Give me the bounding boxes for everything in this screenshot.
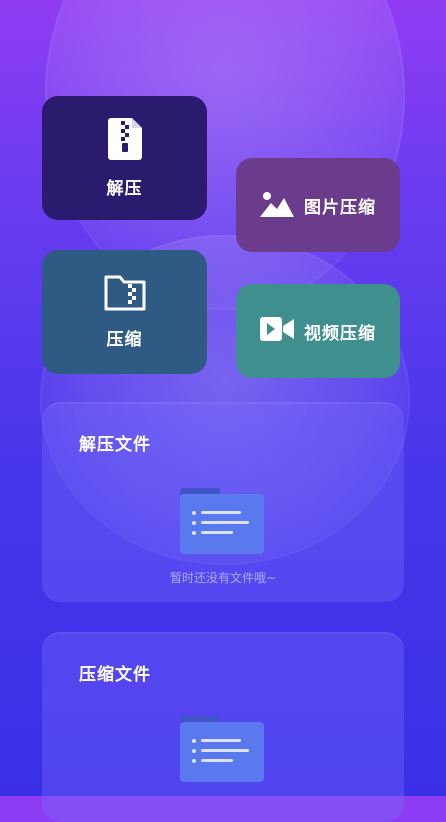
compress-button[interactable]: 压缩	[42, 250, 207, 374]
empty-state-text: 暂时还没有文件哦~	[169, 571, 277, 585]
image-compress-label: 图片压缩	[304, 197, 376, 218]
empty-folder-icon	[180, 488, 264, 554]
empty-folder-icon	[180, 716, 264, 782]
video-camera-icon	[260, 317, 294, 345]
folder-zip-icon	[104, 275, 146, 315]
compressed-files-panel: 压缩文件	[42, 632, 404, 822]
decompressed-files-title: 解压文件	[79, 435, 151, 455]
decompressed-files-panel: 解压文件 暂时还没有文件哦~	[42, 402, 404, 602]
compress-label: 压缩	[106, 329, 143, 350]
video-compress-button[interactable]: 视频压缩	[236, 284, 400, 378]
image-icon	[260, 189, 294, 221]
decompress-button[interactable]: 解压	[42, 96, 207, 220]
decompress-label: 解压	[106, 178, 143, 199]
zip-file-icon	[107, 117, 142, 164]
compressed-files-title: 压缩文件	[79, 665, 151, 685]
image-compress-button[interactable]: 图片压缩	[236, 158, 400, 252]
video-compress-label: 视频压缩	[304, 323, 376, 344]
